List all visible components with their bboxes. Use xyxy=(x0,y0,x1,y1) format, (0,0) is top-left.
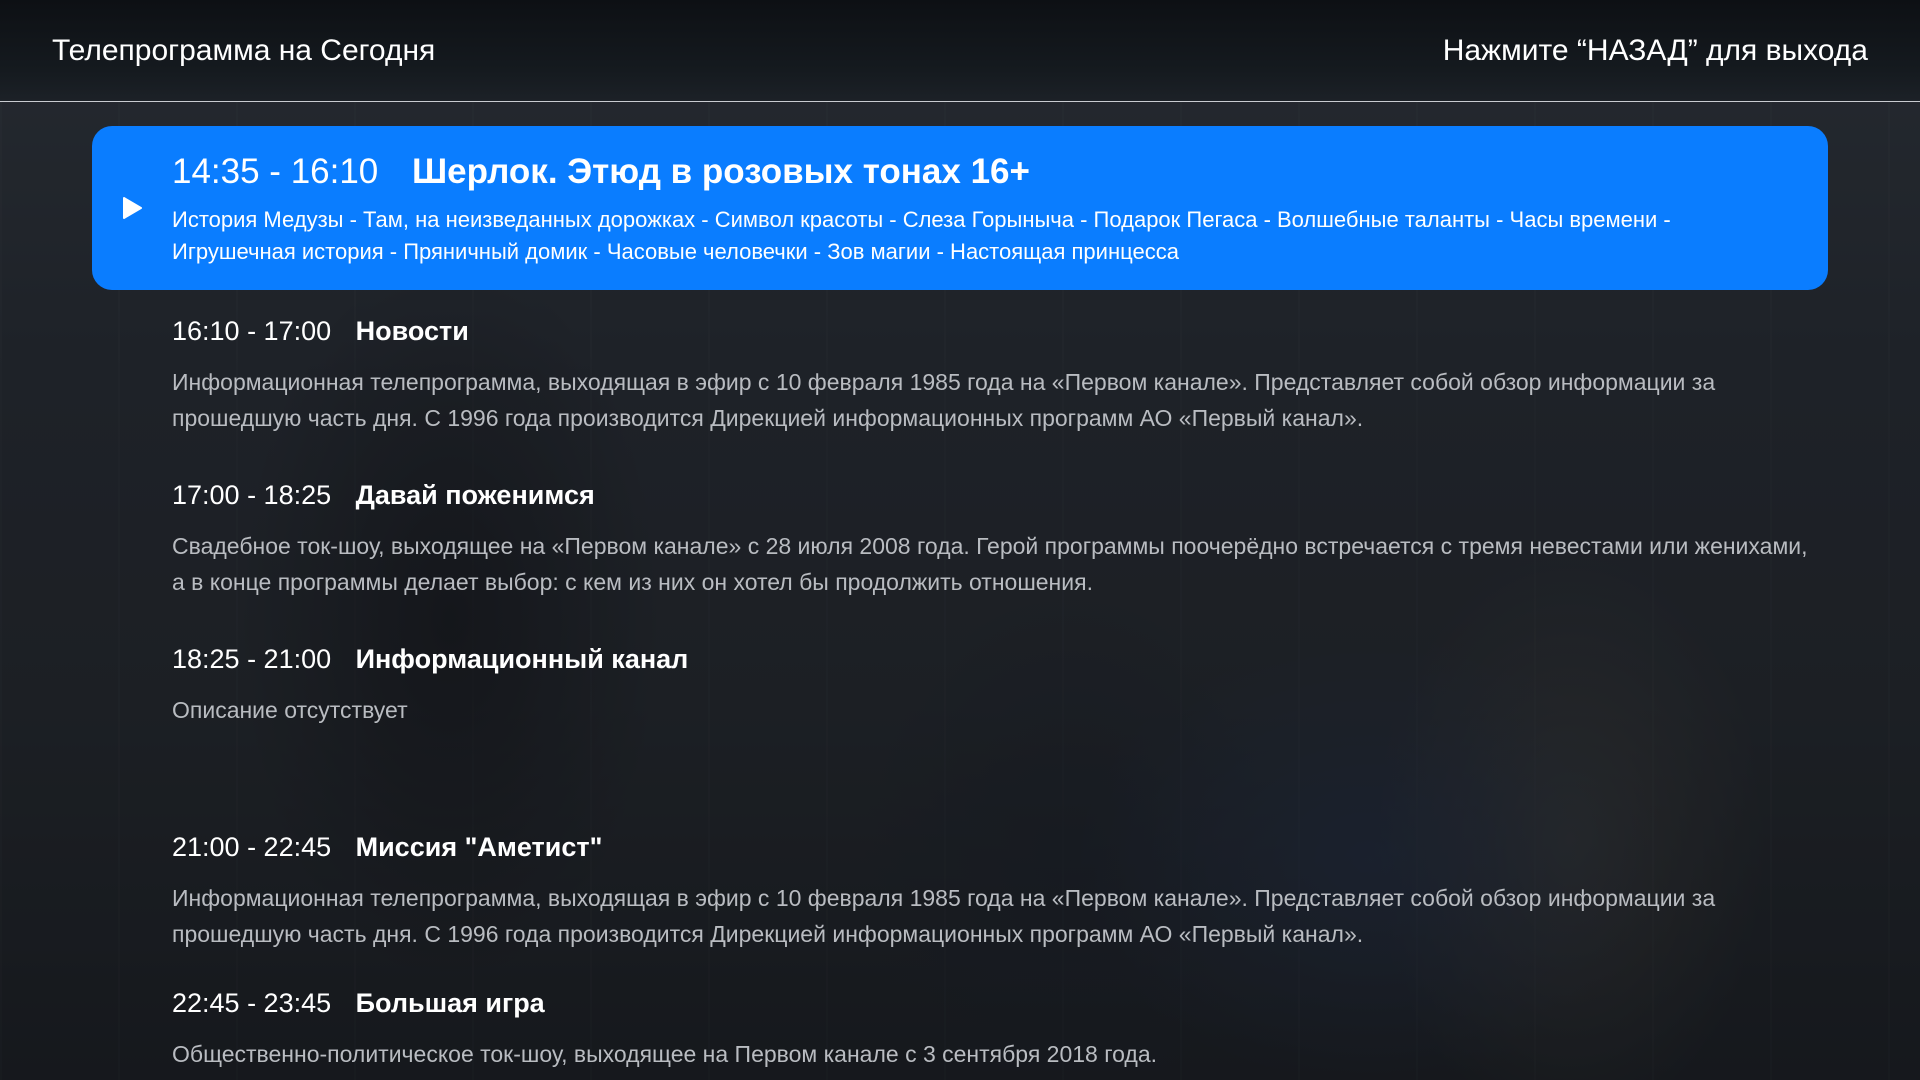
program-heading: 17:00 - 18:25 Давай поженимся xyxy=(172,480,1812,516)
back-hint: Нажмите “НАЗАД” для выхода xyxy=(1442,34,1868,67)
program-description: История Медузы - Там, на неизведанных до… xyxy=(172,207,1671,264)
program-item[interactable]: 21:00 - 22:45 Миссия "Аметист" Информаци… xyxy=(172,832,1812,952)
program-time: 16:10 - 17:00 xyxy=(172,316,332,346)
program-heading: 18:25 - 21:00 Информационный канал xyxy=(172,644,1812,680)
tv-guide-screen: Телепрограмма на Сегодня Нажмите “НАЗАД”… xyxy=(0,0,1920,1080)
program-time: 21:00 - 22:45 xyxy=(172,832,332,862)
page-title: Телепрограмма на Сегодня xyxy=(52,34,436,67)
program-title: Новости xyxy=(355,316,469,346)
program-title: Шерлок. Этюд в розовых тонах 16+ xyxy=(412,152,1030,191)
program-time: 22:45 - 23:45 xyxy=(172,988,332,1018)
play-icon xyxy=(123,197,142,219)
program-heading: 21:00 - 22:45 Миссия "Аметист" xyxy=(172,832,1812,868)
program-title: Давай поженимся xyxy=(355,480,595,510)
program-description: Свадебное ток-шоу, выходящее на «Первом … xyxy=(172,533,1808,595)
program-time: 17:00 - 18:25 xyxy=(172,480,332,510)
program-title: Миссия "Аметист" xyxy=(355,832,603,862)
program-title: Информационный канал xyxy=(355,644,689,674)
program-time: 18:25 - 21:00 xyxy=(172,644,332,674)
program-heading: 16:10 - 17:00 Новости xyxy=(172,316,1812,352)
header-bar: Телепрограмма на Сегодня Нажмите “НАЗАД”… xyxy=(0,0,1920,102)
program-description: Общественно-политическое ток-шоу, выходя… xyxy=(172,1041,1158,1067)
program-item[interactable]: 22:45 - 23:45 Большая игра Общественно-п… xyxy=(172,988,1812,1072)
program-description: Описание отсутствует xyxy=(172,697,408,723)
program-title: Большая игра xyxy=(355,988,545,1018)
program-item[interactable]: 18:25 - 21:00 Информационный канал Описа… xyxy=(172,644,1812,728)
program-item[interactable]: 17:00 - 18:25 Давай поженимся Свадебное … xyxy=(172,480,1812,600)
program-item[interactable]: 16:10 - 17:00 Новости Информационная тел… xyxy=(172,316,1812,436)
program-item-current[interactable]: 14:35 - 16:10 Шерлок. Этюд в розовых тон… xyxy=(92,126,1828,290)
program-time: 14:35 - 16:10 xyxy=(172,152,379,191)
program-description: Информационная телепрограмма, выходящая … xyxy=(172,885,1716,947)
program-description: Информационная телепрограмма, выходящая … xyxy=(172,369,1716,431)
program-heading: 22:45 - 23:45 Большая игра xyxy=(172,988,1812,1024)
